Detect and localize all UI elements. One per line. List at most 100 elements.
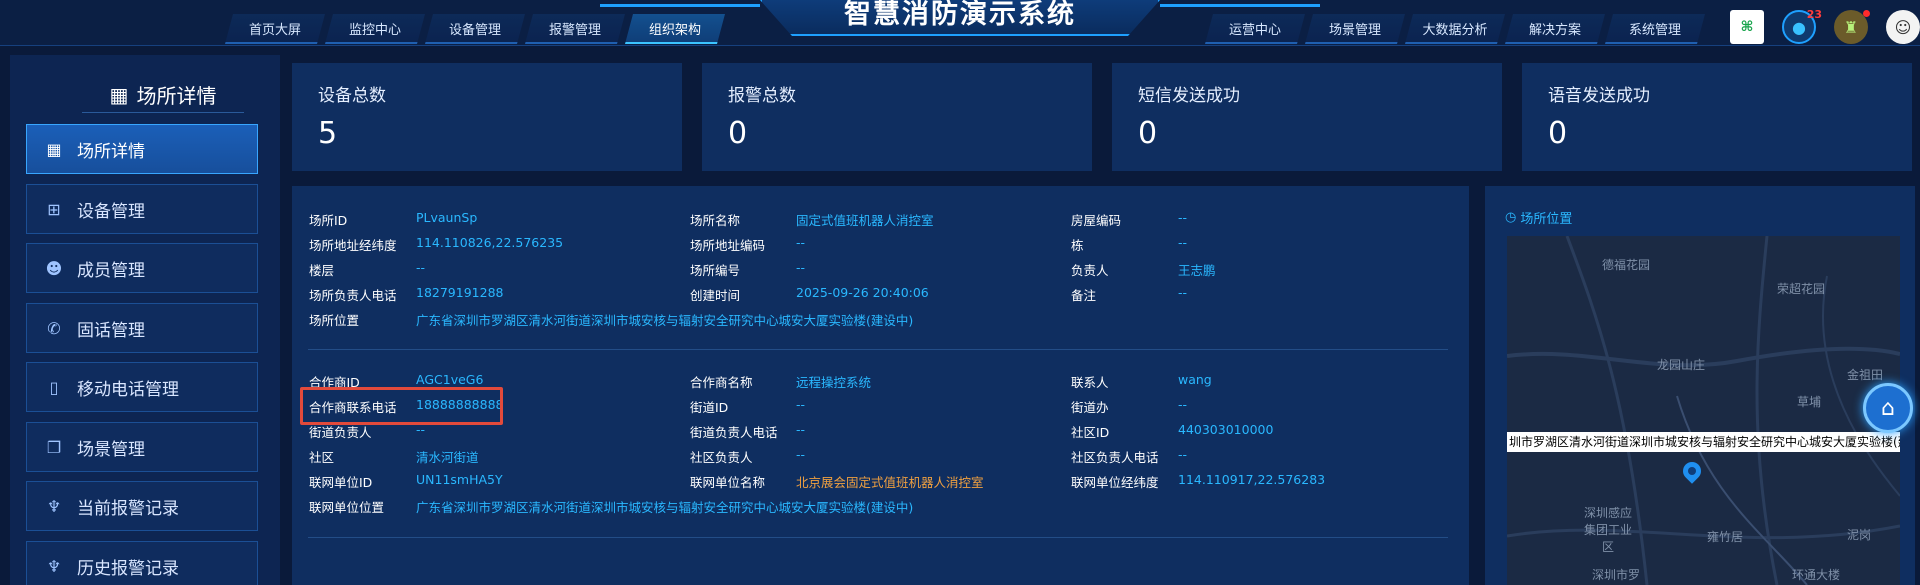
map-title-label: 场所位置 bbox=[1520, 212, 1573, 227]
user-icon[interactable]: ● 23 bbox=[1782, 8, 1822, 44]
field-value: 2025-09-26 20:40:06 bbox=[796, 285, 929, 300]
field-value: -- bbox=[796, 447, 806, 462]
section-divider bbox=[308, 537, 1448, 538]
field-label: 负责人 bbox=[1071, 263, 1109, 278]
field-street-phone: 街道负责人电话 -- bbox=[690, 422, 805, 441]
nav-item-devices[interactable]: 设备管理 bbox=[425, 14, 525, 44]
map-label: 环通大楼 bbox=[1792, 568, 1841, 582]
field-site-id: 场所ID PLvaunSp bbox=[309, 210, 477, 229]
field-label: 创建时间 bbox=[690, 288, 741, 303]
alarm-bell-icon[interactable]: ♜ bbox=[1834, 10, 1870, 44]
field-value: 114.110917,22.576283 bbox=[1178, 472, 1326, 487]
field-value: -- bbox=[796, 422, 806, 437]
field-label: 联网单位位置 bbox=[309, 500, 385, 515]
field-value: -- bbox=[1178, 447, 1188, 462]
stat-value: 0 bbox=[1548, 116, 1568, 151]
field-contact: 联系人 wang bbox=[1071, 372, 1212, 391]
nav-item-monitor[interactable]: 监控中心 bbox=[325, 14, 425, 44]
sidebar-item-label: 设备管理 bbox=[77, 201, 145, 222]
nav-item-solutions[interactable]: 解决方案 bbox=[1505, 14, 1605, 44]
notification-count-badge: 23 bbox=[1806, 8, 1822, 21]
field-label: 合作商名称 bbox=[690, 375, 753, 390]
site-detail-panel: 场所ID PLvaunSp 场所地址经纬度 114.110826,22.576235… bbox=[292, 186, 1469, 585]
field-label: 场所地址编码 bbox=[690, 238, 766, 253]
stat-value: 0 bbox=[1138, 116, 1158, 151]
stat-value: 0 bbox=[728, 116, 748, 151]
field-label: 社区 bbox=[309, 450, 335, 465]
sidebar-item-current-alarms[interactable]: ♆ 当前报警记录 bbox=[26, 481, 258, 531]
field-address-code: 场所地址编码 -- bbox=[690, 235, 805, 254]
field-room-code: 房屋编码 -- bbox=[1071, 210, 1187, 229]
field-unit-location: 联网单位位置 广东省深圳市罗湖区清水河街道深圳市城安核与辐射安全研究中心城安大厦实… bbox=[309, 497, 913, 516]
building-icon: ▦ bbox=[46, 139, 62, 159]
clock-icon: ◷ bbox=[1505, 210, 1517, 225]
field-label: 楼层 bbox=[309, 263, 335, 278]
field-label: 房屋编码 bbox=[1071, 213, 1122, 228]
field-community: 社区 清水河街道 bbox=[309, 447, 479, 466]
sidebar-item-label: 当前报警记录 bbox=[77, 498, 179, 519]
avatar[interactable]: ☺ bbox=[1886, 10, 1920, 44]
sidebar-item-label: 场所详情 bbox=[77, 141, 145, 162]
field-owner-phone: 场所负责人电话 18279191288 bbox=[309, 285, 503, 304]
field-label: 社区负责人 bbox=[690, 450, 753, 465]
field-site-name: 场所名称 固定式值班机器人消控室 bbox=[690, 210, 934, 229]
nav-item-system[interactable]: 系统管理 bbox=[1605, 14, 1705, 44]
title-decoration-left bbox=[600, 4, 760, 7]
sidebar-item-alarm-history[interactable]: ♆ 历史报警记录 bbox=[26, 541, 258, 585]
field-site-location: 场所位置 广东省深圳市罗湖区清水河街道深圳市城安核与辐射安全研究中心城安大厦实验楼… bbox=[309, 310, 913, 329]
field-value: UN11smHA5Y bbox=[416, 472, 503, 487]
field-value: -- bbox=[1178, 285, 1188, 300]
field-partner-name: 合作商名称 远程操控系统 bbox=[690, 372, 871, 391]
nav-item-bigdata[interactable]: 大数据分析 bbox=[1405, 14, 1505, 44]
layers-icon: ❐ bbox=[46, 437, 62, 457]
stat-label: 语音发送成功 bbox=[1548, 86, 1650, 106]
map-label: 雍竹居 bbox=[1707, 530, 1744, 544]
field-label: 街道办 bbox=[1071, 400, 1109, 415]
field-floor: 楼层 -- bbox=[309, 260, 425, 279]
field-value: -- bbox=[1178, 397, 1188, 412]
nav-item-alarms[interactable]: 报警管理 bbox=[525, 14, 625, 44]
nav-item-operations[interactable]: 运营中心 bbox=[1205, 14, 1305, 44]
map-label: 草埔 bbox=[1797, 395, 1822, 409]
sidebar-item-site-details[interactable]: ▦ 场所详情 bbox=[26, 124, 258, 174]
sidebar-item-label: 移动电话管理 bbox=[77, 379, 179, 400]
stat-label: 设备总数 bbox=[318, 86, 386, 106]
stat-label: 报警总数 bbox=[728, 86, 796, 106]
field-value: 远程操控系统 bbox=[796, 375, 872, 390]
sidebar-item-devices[interactable]: ⊞ 设备管理 bbox=[26, 184, 258, 234]
map-title: ◷ 场所位置 bbox=[1505, 208, 1572, 227]
field-value: 北京展会固定式值班机器人消控室 bbox=[796, 475, 984, 490]
nav-item-scenes[interactable]: 场景管理 bbox=[1305, 14, 1405, 44]
field-value: 440303010000 bbox=[1178, 422, 1274, 437]
field-building: 栋 -- bbox=[1071, 235, 1187, 254]
site-map[interactable]: 德福花园 荣超花园 龙园山庄 金祖田 草埔 深圳感应集团工业区 雍竹居 深圳市罗… bbox=[1507, 236, 1900, 585]
field-value: PLvaunSp bbox=[416, 210, 478, 225]
map-label: 龙园山庄 bbox=[1657, 358, 1706, 372]
sidebar-item-label: 历史报警记录 bbox=[77, 558, 179, 579]
field-created-time: 创建时间 2025-09-26 20:40:06 bbox=[690, 285, 929, 304]
field-unit-name: 联网单位名称 北京展会固定式值班机器人消控室 bbox=[690, 472, 984, 491]
map-address-banner: 圳市罗湖区清水河街道深圳市城安核与辐射安全研究中心城安大厦实验楼(建 bbox=[1507, 432, 1900, 452]
stat-label: 短信发送成功 bbox=[1138, 86, 1240, 106]
sidebar-item-label: 场景管理 bbox=[77, 439, 145, 460]
sidebar-item-label: 固话管理 bbox=[77, 320, 145, 341]
alarm-dot-badge bbox=[1863, 10, 1870, 17]
field-street-id: 街道ID -- bbox=[690, 397, 805, 416]
field-label: 场所地址经纬度 bbox=[309, 238, 397, 253]
field-value: -- bbox=[796, 397, 806, 412]
sidebar-item-mobile[interactable]: ▯ 移动电话管理 bbox=[26, 362, 258, 412]
field-label: 备注 bbox=[1071, 288, 1097, 303]
sidebar-item-members[interactable]: ☻ 成员管理 bbox=[26, 243, 258, 293]
map-label: 深圳感应集团工业区 bbox=[1583, 506, 1632, 554]
qr-code-icon[interactable]: ⌘ bbox=[1730, 10, 1764, 44]
field-label: 联系人 bbox=[1071, 375, 1109, 390]
nav-item-dashboard[interactable]: 首页大屏 bbox=[225, 14, 325, 44]
field-unit-coords: 联网单位经纬度 114.110917,22.576283 bbox=[1071, 472, 1325, 491]
nav-item-organization[interactable]: 组织架构 bbox=[625, 14, 725, 44]
sidebar-item-scenes[interactable]: ❐ 场景管理 bbox=[26, 422, 258, 472]
field-owner: 负责人 王志鹏 bbox=[1071, 260, 1216, 279]
header-actions: ⌘ ● 23 ♜ ☺ bbox=[1730, 8, 1920, 44]
home-float-button[interactable]: ⌂ bbox=[1863, 383, 1913, 433]
sidebar-item-landline[interactable]: ✆ 固话管理 bbox=[26, 303, 258, 353]
field-label: 场所位置 bbox=[309, 313, 360, 328]
